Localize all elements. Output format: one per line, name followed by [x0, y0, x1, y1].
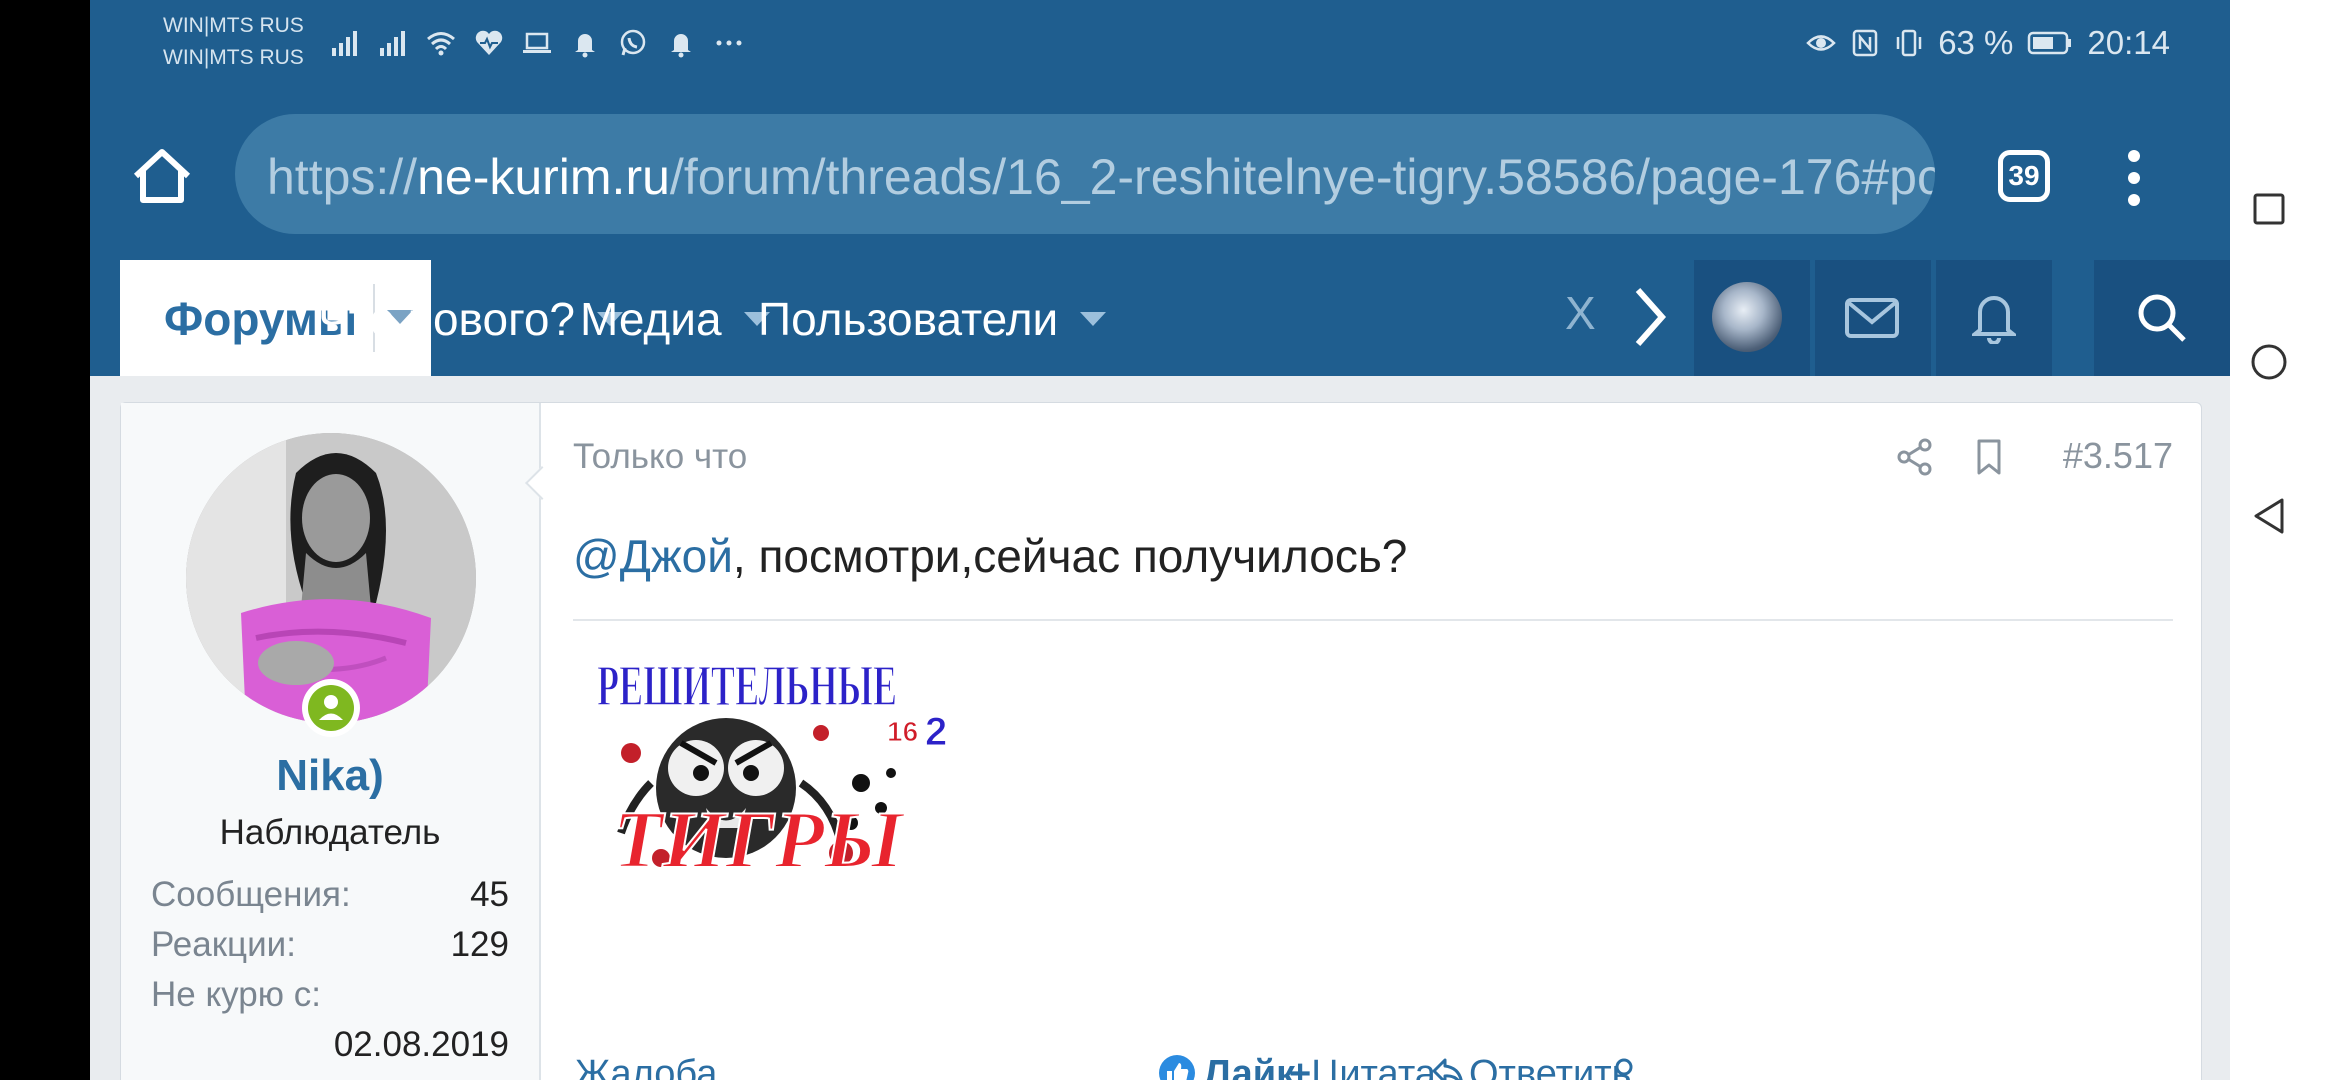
post-actions: Жалоба Лайк +Цитата Ответить — [573, 1053, 2173, 1080]
wifi-icon — [427, 32, 455, 56]
browser-toolbar: https://ne-kurim.ru/forum/threads/16_2-r… — [90, 100, 2230, 260]
image-badge-16: 16 — [887, 716, 918, 747]
stat-messages: Сообщения: 45 — [151, 875, 509, 914]
bell-icon — [671, 34, 691, 58]
quote-button[interactable]: +Цитата — [1289, 1053, 1436, 1080]
reply-icon — [1432, 1058, 1463, 1080]
browser-screen: WIN|MTS RUS WIN|MTS RUS 63 % 20:14 https… — [90, 0, 2230, 1080]
stat-quit-date: Не курю с: — [151, 975, 321, 1014]
post-user-info: Nika) Наблюдатель Сообщения: 45 Реакции:… — [121, 403, 559, 1080]
report-link[interactable]: Жалоба — [575, 1053, 717, 1080]
chevron-down-icon — [1080, 311, 1107, 326]
search-button[interactable] — [2090, 260, 2230, 376]
image-badge-2: 2 — [925, 710, 947, 754]
like-icon — [1159, 1055, 1195, 1080]
speech-arrow — [525, 466, 559, 500]
bookmark-icon[interactable] — [1969, 437, 2009, 477]
divider — [573, 619, 2173, 621]
status-bar: WIN|MTS RUS WIN|MTS RUS 63 % 20:14 — [90, 0, 2230, 100]
system-status: 63 % 20:14 — [1806, 24, 2170, 62]
user-title: Наблюдатель — [219, 813, 441, 852]
alerts-button[interactable] — [1932, 260, 2052, 376]
tab-count-button[interactable]: 39 — [1998, 150, 2050, 202]
tab-users[interactable]: Пользователи — [758, 292, 1107, 346]
laptop-icon — [523, 32, 551, 53]
mail-icon — [1845, 298, 1899, 338]
user-mention[interactable]: @Джой — [573, 530, 733, 582]
tab-whats-new[interactable]: Что нового? — [318, 292, 623, 346]
address-bar[interactable]: https://ne-kurim.ru/forum/threads/16_2-r… — [235, 114, 1935, 234]
signal-icon — [332, 31, 357, 56]
image-title-line2: ТИГРЫ — [613, 794, 905, 885]
kebab-menu-icon[interactable] — [2124, 148, 2144, 208]
home-nav-icon[interactable] — [2250, 343, 2288, 381]
battery-percent: 63 % — [1938, 24, 2014, 61]
reply-button[interactable]: Ответить — [1431, 1053, 1631, 1080]
stat-quit-date-value: 02.08.2019 — [333, 1025, 509, 1064]
post: Nika) Наблюдатель Сообщения: 45 Реакции:… — [120, 402, 2202, 1080]
inbox-button[interactable] — [1811, 260, 1931, 376]
nfc-icon — [1852, 29, 1878, 57]
clock: 20:14 — [2087, 24, 2170, 61]
post-timestamp[interactable]: Только что — [573, 437, 747, 477]
forum-nav: Форумы Что нового? Медиа Пользователи X — [90, 260, 2230, 376]
post-message: @Джой, посмотри,сейчас получилось? — [573, 530, 1408, 582]
chevron-right-icon[interactable] — [1630, 284, 1670, 350]
system-nav-bar — [2230, 0, 2340, 1080]
username[interactable]: Nika) — [121, 751, 539, 801]
user-icon — [319, 695, 343, 720]
online-status-badge — [302, 679, 360, 737]
stat-reactions: Реакции: 129 — [151, 925, 509, 964]
user-icon[interactable] — [1608, 1057, 1640, 1080]
image-title-line1: РЕШИТЕЛЬНЫЕ — [597, 653, 897, 718]
health-icon — [475, 30, 503, 55]
notification-icons — [330, 28, 744, 58]
post-image[interactable]: РЕШИТЕЛЬНЫЕ ТИГРЫ 16 2 — [591, 633, 953, 895]
whatsapp-icon — [620, 29, 646, 56]
recents-icon[interactable] — [2253, 193, 2285, 225]
back-icon[interactable] — [2252, 496, 2286, 536]
eye-icon — [1806, 35, 1836, 51]
post-content: Только что #3.517 @Джой, посмотри,сейчас… — [573, 403, 2173, 1080]
carrier-label: WIN|MTS RUS — [163, 46, 304, 69]
search-icon — [2138, 294, 2186, 342]
avatar[interactable] — [1712, 282, 1782, 352]
like-button[interactable]: Лайк — [1158, 1053, 1295, 1080]
share-icon[interactable] — [1895, 437, 1935, 477]
tab-media[interactable]: Медиа — [580, 292, 770, 346]
plus-icon: + — [1289, 1053, 1312, 1080]
signal-icon — [380, 31, 405, 56]
bell-icon — [1972, 296, 2016, 344]
post-number[interactable]: #3.517 — [2063, 435, 2173, 477]
more-dots-icon — [716, 40, 742, 46]
url-text: https://ne-kurim.ru/forum/threads/16_2-r… — [267, 149, 1935, 205]
carrier-label: WIN|MTS RUS — [163, 14, 304, 37]
tab-overflow[interactable]: X — [1565, 286, 1615, 350]
vibrate-icon — [1896, 29, 1922, 57]
battery-icon — [2028, 31, 2072, 55]
home-icon[interactable] — [130, 144, 194, 208]
bell-icon — [575, 34, 595, 58]
